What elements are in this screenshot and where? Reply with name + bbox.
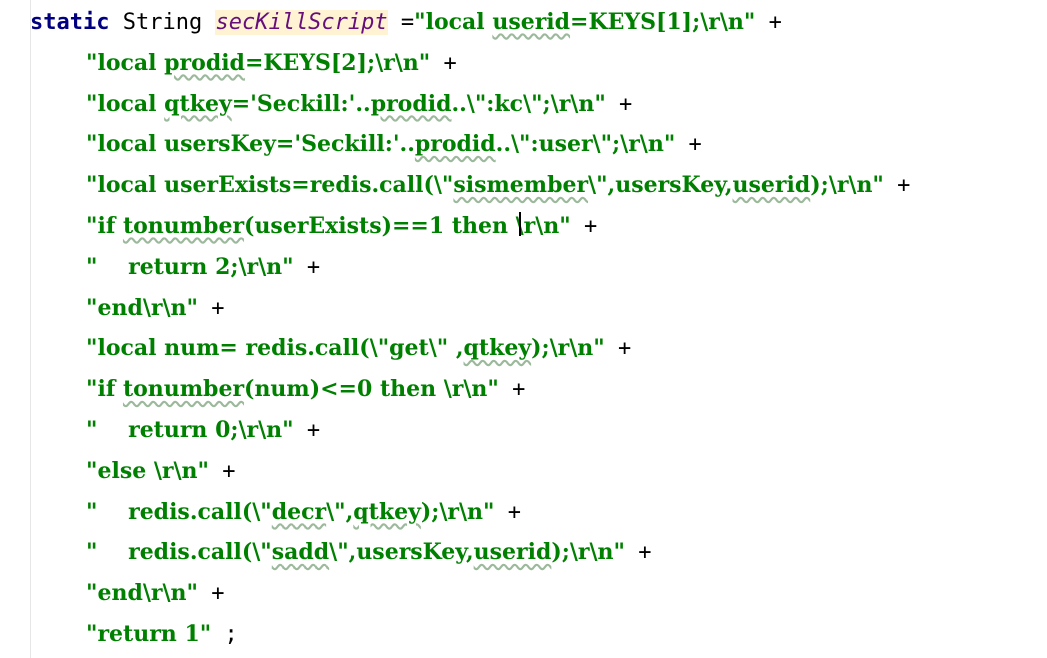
code-token: );\r\n" [420,498,495,525]
code-token: decr [271,498,327,525]
code-token: tonumber [122,213,245,239]
code-line[interactable]: "end\r\n" + [86,288,224,328]
code-token: ; [211,622,238,647]
code-token: \",usersKey, [588,172,733,199]
code-line[interactable]: "return 1" ; [86,614,238,654]
code-token: "if [86,213,123,239]
editor-gutter-divider [30,0,31,658]
code-token: + [293,254,321,280]
code-token: prodid [164,49,245,76]
code-line[interactable]: "local usersKey='Seckill:'..prodid..\":u… [86,124,702,164]
code-line[interactable]: "local prodid=KEYS[2];\r\n" + [86,43,457,83]
code-token: + [498,377,526,403]
code-token: + [430,50,457,76]
code-token: + [604,336,632,362]
code-token: + [625,540,652,566]
code-token: "if [86,376,123,403]
code-token: " return 2;\r\n" [86,253,294,280]
code-token: + [605,91,633,117]
code-token: "local usersKey='Seckill:'.. [86,131,415,158]
code-token: userid [492,9,571,35]
code-token: \",usersKey, [329,539,474,566]
code-token: + [883,173,911,199]
code-token: );\r\n" [810,172,884,199]
code-token: "end\r\n" [86,294,198,321]
code-token: String [122,10,203,35]
code-token: + [208,458,236,484]
code-token: sadd [271,539,330,566]
code-token: + [494,499,522,525]
code-line[interactable]: "local userExists=redis.call(\"sismember… [86,165,910,205]
code-token: qtkey [353,498,421,525]
code-token: (userExists)==1 then \r\n" [244,213,571,239]
code-line[interactable]: " redis.call(\"sadd\",usersKey,userid);\… [86,532,652,572]
code-token: );\r\n" [531,335,605,362]
code-token: + [197,581,225,607]
code-token: qtkey [164,90,232,117]
code-token: "local userExists=redis.call(\" [86,172,454,199]
code-token: " return 0;\r\n" [86,417,294,443]
code-token: (num)<=0 then \r\n" [244,376,499,403]
code-token: "local [86,49,165,76]
code-token: + [293,418,321,443]
code-line[interactable]: " redis.call(\"decr\",qtkey);\r\n" + [86,492,521,532]
code-token: prodid [414,131,496,158]
code-token: = [387,10,415,35]
code-token: static [30,10,110,35]
text-cursor [519,212,521,236]
code-token: tonumber [122,376,245,403]
code-line[interactable]: " return 2;\r\n" + [86,247,320,287]
code-line[interactable]: "end\r\n" + [86,573,224,613]
code-token: + [570,214,598,239]
code-token: + [755,10,782,35]
code-token: userid [473,539,552,566]
code-token: ='Seckill:'.. [231,90,371,117]
code-token: sismember [453,172,589,199]
code-token: "end\r\n" [86,580,198,607]
code-token: =KEYS[1];\r\n" [570,9,756,35]
code-token: secKillScript [215,10,388,35]
code-token: "return 1" [86,621,212,647]
code-token: " redis.call(\" [86,539,272,566]
code-line[interactable]: "else \r\n" + [86,451,235,491]
code-token: "local num= redis.call(\"get\" , [86,335,464,362]
code-token: "local [414,9,493,35]
code-token: ..\":kc\";\r\n" [451,90,606,117]
code-line[interactable]: "local qtkey='Seckill:'..prodid..\":kc\"… [86,84,632,124]
code-token: ..\":user\";\r\n" [495,131,676,158]
code-line[interactable]: static String secKillScript ="local user… [30,2,782,42]
code-token: + [197,295,225,321]
code-token: " redis.call(\" [86,498,272,525]
code-token: \", [326,498,354,525]
code-token: "local [86,90,165,117]
code-line[interactable]: " return 0;\r\n" + [86,410,320,450]
code-token: qtkey [463,335,532,362]
code-token: + [675,132,702,158]
code-line[interactable]: "local num= redis.call(\"get\" ,qtkey);\… [86,328,631,368]
code-token: );\r\n" [551,539,626,566]
code-token: prodid [370,90,452,117]
code-editor[interactable]: static String secKillScript ="local user… [0,0,1047,658]
code-line[interactable]: "if tonumber(num)<=0 then \r\n" + [86,369,525,409]
code-token: userid [732,172,811,199]
code-token: "else \r\n" [86,457,209,484]
code-token: =KEYS[2];\r\n" [244,49,431,76]
